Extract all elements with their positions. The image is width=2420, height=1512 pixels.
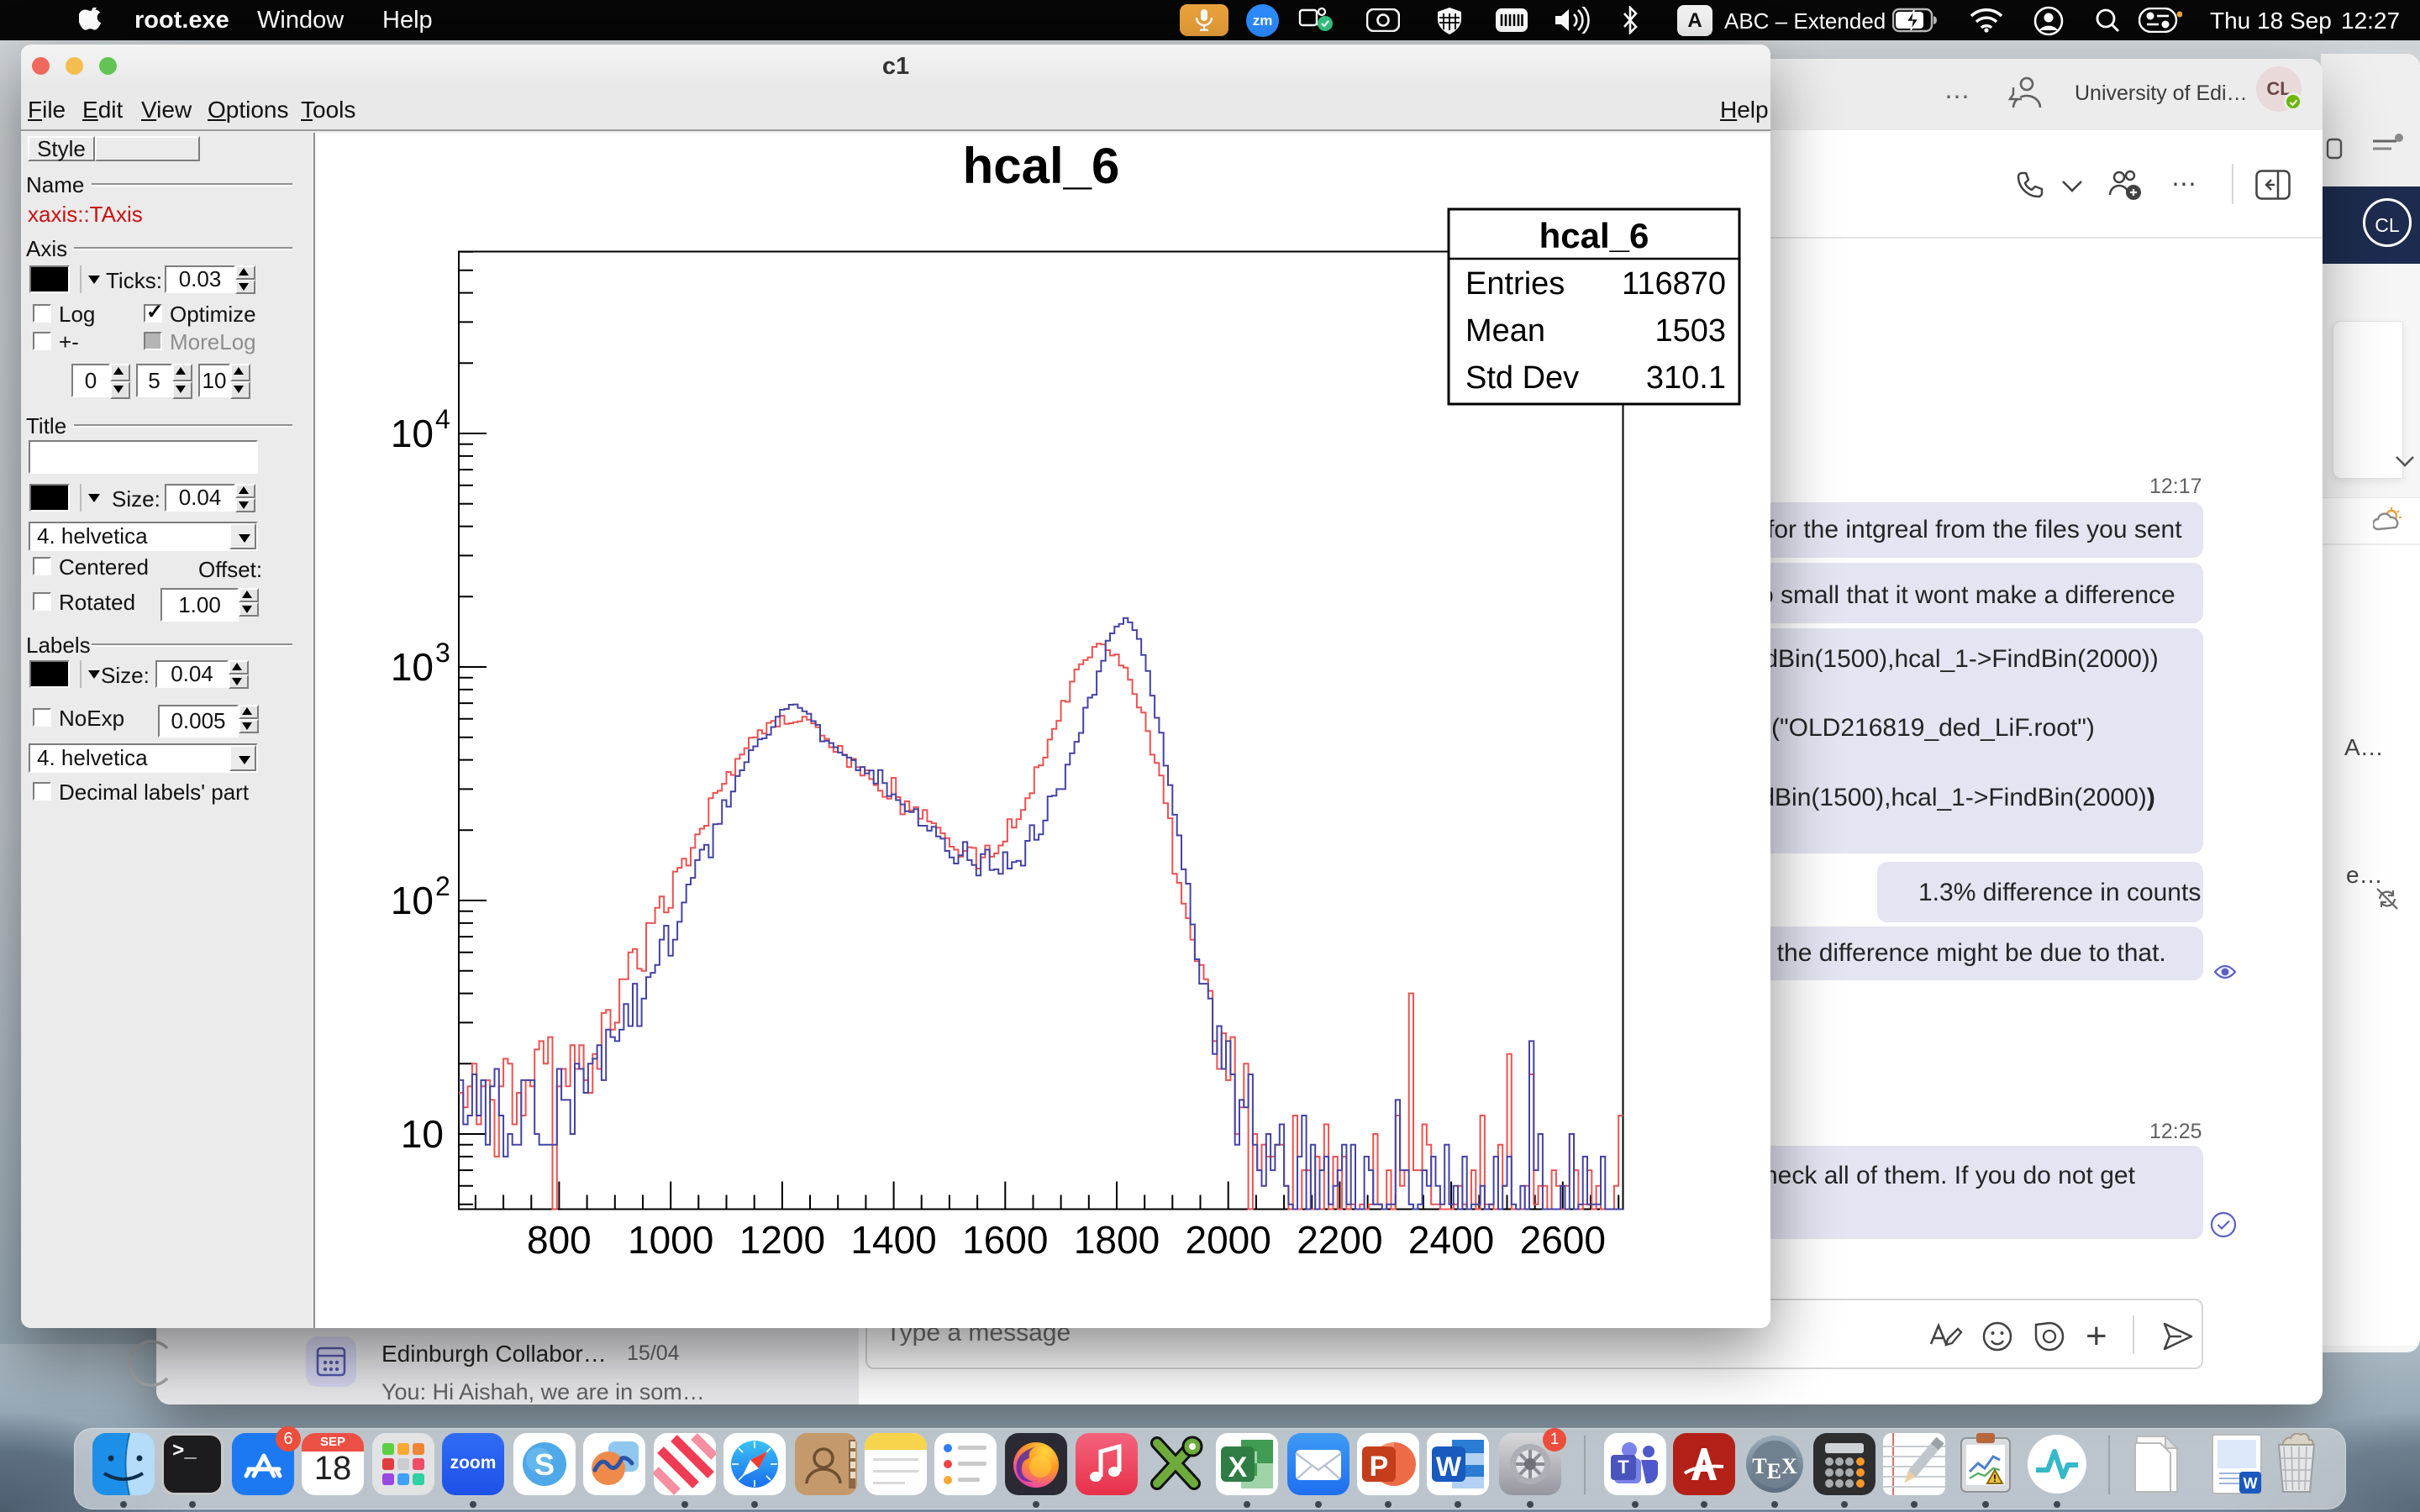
- svg-text:Mean: Mean: [1465, 313, 1545, 349]
- svg-text:S: S: [534, 1447, 555, 1482]
- svg-text:2400: 2400: [1408, 1218, 1494, 1262]
- svg-text:X: X: [1228, 1452, 1248, 1483]
- svg-text:3: 3: [435, 638, 450, 668]
- svg-text:1400: 1400: [850, 1218, 936, 1262]
- svg-text:2: 2: [435, 871, 450, 901]
- svg-text:10: 10: [391, 645, 434, 689]
- svg-text:1600: 1600: [962, 1218, 1048, 1262]
- svg-text:T: T: [1618, 1457, 1629, 1478]
- svg-text:Entries: Entries: [1465, 266, 1565, 302]
- svg-text:hcal_6: hcal_6: [1539, 216, 1649, 255]
- svg-text:10: 10: [391, 879, 434, 922]
- svg-text:Std Dev: Std Dev: [1465, 360, 1579, 396]
- svg-text:116870: 116870: [1622, 266, 1726, 302]
- svg-text:W: W: [1436, 1452, 1462, 1482]
- svg-text:1503: 1503: [1655, 313, 1726, 349]
- svg-text:10: 10: [401, 1112, 444, 1156]
- svg-text:W: W: [2244, 1475, 2258, 1492]
- svg-text:4: 4: [435, 404, 450, 434]
- svg-text:hcal_6: hcal_6: [963, 138, 1120, 194]
- svg-text:1000: 1000: [628, 1218, 713, 1262]
- svg-text:2200: 2200: [1297, 1218, 1382, 1262]
- svg-text:2600: 2600: [1520, 1218, 1606, 1262]
- svg-text:10: 10: [391, 412, 434, 455]
- svg-text:!: !: [1993, 1473, 1996, 1484]
- svg-text:1800: 1800: [1074, 1218, 1160, 1262]
- svg-text:P: P: [1370, 1451, 1389, 1483]
- svg-text:2000: 2000: [1186, 1218, 1271, 1262]
- svg-text:800: 800: [527, 1218, 592, 1262]
- svg-text:310.1: 310.1: [1646, 360, 1726, 396]
- svg-text:1200: 1200: [739, 1218, 825, 1262]
